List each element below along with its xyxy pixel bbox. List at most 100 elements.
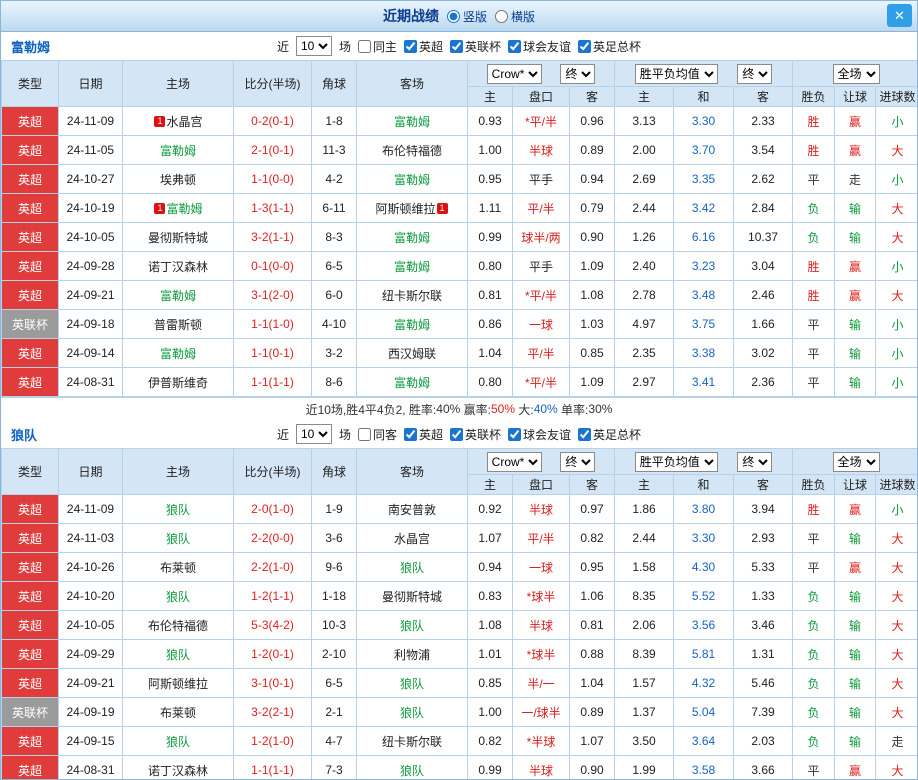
- col-header-date: 日期: [58, 60, 123, 107]
- final-odds-select[interactable]: 终: [560, 63, 596, 84]
- odds-home: 0.83: [467, 581, 513, 611]
- layout-vertical-option[interactable]: 竖版: [446, 8, 487, 25]
- score: 1-2(1-1): [233, 581, 312, 611]
- final-avg-select[interactable]: 终: [737, 63, 773, 84]
- avg-away: 5.46: [733, 668, 794, 698]
- odds-handicap: 平/半: [512, 193, 570, 223]
- match-date: 24-11-09: [58, 106, 123, 136]
- score: 1-1(1-1): [233, 755, 312, 779]
- odds-handicap: *球半: [512, 639, 570, 669]
- col-header-score: 比分(半场): [233, 448, 312, 495]
- match-count-select[interactable]: 10: [295, 424, 332, 444]
- score: 0-2(0-1): [233, 106, 312, 136]
- odds-away: 1.03: [568, 309, 616, 339]
- home-team: 伊普斯维奇: [122, 367, 234, 397]
- odds-away: 0.88: [568, 639, 616, 669]
- eflcup-checkbox[interactable]: [450, 39, 463, 53]
- page-title: 近期战绩: [382, 8, 439, 24]
- corner-score: 1-8: [311, 106, 357, 136]
- footer-text: 40%: [533, 402, 558, 416]
- comp-filter-epl[interactable]: 英超: [403, 426, 443, 443]
- result-goals: 大: [875, 610, 917, 640]
- fulltime-select[interactable]: 全场: [832, 451, 880, 472]
- result-handicap: 赢: [834, 135, 877, 165]
- layout-horizontal-option[interactable]: 横版: [495, 8, 535, 25]
- facup-checkbox[interactable]: [578, 427, 592, 441]
- result-goals: 大: [875, 280, 917, 310]
- vertical-radio[interactable]: [446, 9, 460, 23]
- epl-label: 英超: [418, 39, 443, 54]
- comp-filter-eflcup[interactable]: 英联杯: [450, 426, 501, 443]
- match-count-select[interactable]: 10: [295, 36, 332, 56]
- avg-draw: 5.81: [673, 639, 735, 669]
- odds-home: 1.00: [467, 697, 513, 727]
- comp-filter-friendly[interactable]: 球会友谊: [508, 426, 571, 443]
- avg-away: 2.62: [733, 164, 794, 194]
- recent-results-window: 近期战绩 竖版 横版 ✕ 富勒姆 近 10 场 同主 英超 英联杯 球会友谊 英…: [0, 0, 918, 780]
- same-venue-checkbox[interactable]: [357, 427, 371, 441]
- horizontal-radio[interactable]: [495, 9, 508, 23]
- corner-score: 3-6: [311, 523, 357, 553]
- home-team: 布伦特福德: [122, 610, 234, 640]
- result-goals: 大: [875, 135, 917, 165]
- match-date: 24-10-05: [58, 222, 123, 252]
- comp-filter-facup[interactable]: 英足总杯: [578, 426, 641, 443]
- comp-badge: 英超: [1, 338, 59, 368]
- odds-handicap: *半球: [512, 726, 570, 756]
- result-handicap: 输: [834, 523, 877, 553]
- home-team: 富勒姆: [122, 280, 234, 310]
- close-icon[interactable]: ✕: [887, 4, 912, 27]
- match-date: 24-09-19: [58, 697, 123, 727]
- result-handicap: 输: [834, 639, 877, 669]
- odds-away: 1.04: [568, 668, 616, 698]
- final-avg-select[interactable]: 终: [737, 451, 773, 472]
- result-handicap: 走: [834, 164, 877, 194]
- bookmaker-select[interactable]: Crow*: [486, 451, 542, 472]
- score: 5-3(4-2): [233, 610, 312, 640]
- home-team: 1 水晶宫: [122, 106, 234, 136]
- sub-header-avg-home: 主: [614, 86, 675, 107]
- score: 2-1(0-1): [233, 135, 312, 165]
- games-label: 场: [338, 39, 351, 54]
- odds-away: 0.97: [568, 494, 616, 524]
- final-odds-select[interactable]: 终: [560, 451, 596, 472]
- comp-filter-eflcup[interactable]: 英联杯: [450, 38, 501, 55]
- result-wdl: 胜: [792, 135, 836, 165]
- epl-checkbox[interactable]: [403, 427, 417, 441]
- odds-home: 1.00: [467, 135, 513, 165]
- avg-draw: 3.30: [673, 523, 735, 553]
- avg-away: 10.37: [733, 222, 794, 252]
- corner-score: 6-5: [311, 668, 357, 698]
- avg-group-header: 胜平负均值 终: [614, 448, 794, 475]
- result-wdl: 平: [792, 755, 836, 779]
- corner-score: 1-18: [311, 581, 357, 611]
- eflcup-checkbox[interactable]: [450, 427, 463, 441]
- results-table: 类型 日期 主场 比分(半场) 角球 客场 Crow* 终 胜平负均值 终 全场…: [1, 60, 917, 397]
- match-row: 英超 24-09-14 富勒姆 1-1(0-1) 3-2 西汉姆联 1.04 平/半 0.85 2…: [1, 338, 917, 368]
- avg-odds-select[interactable]: 胜平负均值: [634, 451, 718, 472]
- odds-handicap: 半球: [512, 610, 570, 640]
- bookmaker-select[interactable]: Crow*: [486, 63, 542, 84]
- sub-header-away-odds: 客: [568, 474, 616, 495]
- footer-text: 近10场,胜4平4负2, 胜率:: [305, 402, 437, 417]
- comp-filter-facup[interactable]: 英足总杯: [578, 38, 641, 55]
- friendly-checkbox[interactable]: [508, 39, 522, 53]
- same-venue-filter[interactable]: 同客: [357, 426, 397, 443]
- comp-filter-epl[interactable]: 英超: [403, 38, 443, 55]
- avg-away: 3.04: [733, 251, 794, 281]
- avg-away: 1.66: [733, 309, 794, 339]
- home-team: 诺丁汉森林: [122, 251, 234, 281]
- same-venue-checkbox[interactable]: [357, 39, 371, 53]
- fulltime-select[interactable]: 全场: [832, 63, 880, 84]
- odds-handicap: 平手: [512, 164, 570, 194]
- avg-odds-select[interactable]: 胜平负均值: [634, 63, 718, 84]
- comp-filter-friendly[interactable]: 球会友谊: [508, 38, 571, 55]
- same-venue-filter[interactable]: 同主: [357, 38, 397, 55]
- score: 1-1(0-1): [233, 338, 312, 368]
- epl-checkbox[interactable]: [403, 39, 417, 53]
- match-date: 24-10-27: [58, 164, 123, 194]
- friendly-checkbox[interactable]: [508, 427, 522, 441]
- match-row: 英超 24-11-05 富勒姆 2-1(0-1) 11-3 布伦特福德 1.00 半球 0.89…: [1, 135, 917, 165]
- away-team: 富勒姆: [356, 251, 468, 281]
- facup-checkbox[interactable]: [578, 39, 592, 53]
